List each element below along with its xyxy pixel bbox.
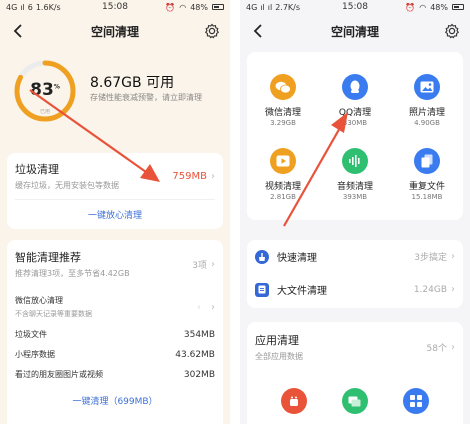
item-label: 照片清理 <box>408 108 445 118</box>
junk-clean-card: 垃圾清理 缓存垃圾，无用安装包等数据 759MB › 一键放心清理 <box>7 153 223 229</box>
chevron-right-icon: › <box>451 284 455 295</box>
wechat-safe-clean-row[interactable]: 微信放心清理 不含聊天记录等重要数据 ‹ › <box>7 279 223 319</box>
item-label: 音频清理 <box>336 182 373 192</box>
chevron-right-icon[interactable]: › <box>211 302 215 313</box>
audio-icon <box>342 148 368 174</box>
item-size: 330MB <box>342 119 368 127</box>
junk-clean-title: 垃圾清理 <box>15 163 59 176</box>
quick-clean-label: 快速清理 <box>277 253 317 264</box>
battery-icon <box>452 4 464 10</box>
app-icons-row <box>247 388 463 414</box>
status-bar: 4G ıl ıl 2.7K/s 15:08 ⏰ ◠ 48% <box>240 0 470 14</box>
large-file-clean-row[interactable]: 大文件清理 1.24GB › <box>247 273 463 306</box>
app-clean-card: 应用清理 全部应用数据 58个 › <box>247 322 463 424</box>
junk-size: 759MB <box>172 170 207 182</box>
item-label: 微信清理 <box>264 108 301 118</box>
smart-clean-desc: 推荐清理3项，至多节省4.42GB <box>15 269 130 278</box>
app-clean-desc: 全部应用数据 <box>255 352 303 361</box>
chevron-right-icon: › <box>211 170 215 182</box>
photo-clean-item[interactable]: 照片清理 4.90GB <box>391 74 463 127</box>
smart-clean-rows: 垃圾文件 354MB 小程序数据 43.62MB 看过的朋友圈图片或视频 302… <box>7 329 223 380</box>
list-item-label: 看过的朋友圈图片或视频 <box>15 370 103 379</box>
gear-icon[interactable] <box>442 21 462 41</box>
battery-icon <box>212 4 224 10</box>
duplicate-file-item[interactable]: 重复文件 15.18MB <box>391 148 463 201</box>
wechat-safe-clean-title: 微信放心清理 <box>15 296 63 305</box>
list-item: 小程序数据 43.62MB <box>15 349 215 360</box>
item-size: 4.90GB <box>414 119 440 127</box>
wechat-safe-clean-desc: 不含聊天记录等重要数据 <box>15 310 92 318</box>
broom-icon <box>255 249 269 264</box>
smart-clean-title: 智能清理推荐 <box>15 251 81 264</box>
one-tap-clean-button[interactable]: 一键放心清理 <box>7 208 223 221</box>
duplicate-file-icon <box>414 148 440 174</box>
list-item-label: 垃圾文件 <box>15 330 47 339</box>
status-bar: 4G ıl 6 1.6K/s 15:08 ⏰ ◠ 48% <box>0 0 230 14</box>
chevron-right-icon: › <box>451 341 455 353</box>
page-title: 空间清理 <box>330 24 379 39</box>
large-file-clean-label: 大文件清理 <box>277 286 327 297</box>
quick-clean-value: 3步搞定 <box>414 253 447 263</box>
audio-clean-item[interactable]: 音频清理 393MB <box>319 148 391 201</box>
storage-percent: 83% <box>30 80 60 100</box>
app-icon[interactable] <box>403 388 430 414</box>
nav-bar: 空间清理 <box>0 14 230 48</box>
item-label: 视频清理 <box>264 182 301 192</box>
back-arrow-icon[interactable] <box>248 21 268 41</box>
item-size: 15.18MB <box>411 193 443 201</box>
quick-actions-card: 快速清理 3步搞定 › 大文件清理 1.24GB › <box>247 240 463 308</box>
smart-clean-button[interactable]: 一键清理（699MB） <box>7 394 223 407</box>
item-size: 2.81GB <box>270 193 296 201</box>
item-label: 重复文件 <box>408 182 445 192</box>
junk-clean-desc: 缓存垃圾，无用安装包等数据 <box>15 181 119 190</box>
wechat-icon <box>270 74 296 100</box>
photo-icon <box>414 74 440 100</box>
quick-clean-row[interactable]: 快速清理 3步搞定 › <box>247 240 463 273</box>
available-space: 8.67GB 可用 <box>90 75 175 91</box>
list-item-label: 小程序数据 <box>15 350 55 359</box>
nav-bar: 空间清理 <box>240 14 470 48</box>
gear-icon[interactable] <box>202 21 222 41</box>
file-icon <box>255 282 269 297</box>
list-item-value: 302MB <box>183 369 215 380</box>
app-clean-header[interactable]: 应用清理 全部应用数据 58个 › <box>247 322 463 362</box>
back-arrow-icon[interactable] <box>8 21 28 41</box>
list-item: 看过的朋友圈图片或视频 302MB <box>15 369 215 380</box>
app-clean-title: 应用清理 <box>255 334 299 347</box>
item-size: 3.29GB <box>270 119 296 127</box>
list-item-value: 43.62MB <box>175 349 215 360</box>
video-icon <box>270 148 296 174</box>
page-title: 空间清理 <box>90 24 139 39</box>
wechat-clean-item[interactable]: 微信清理 3.29GB <box>247 74 319 127</box>
app-icon[interactable] <box>280 388 307 414</box>
right-phone-screen: 4G ıl ıl 2.7K/s 15:08 ⏰ ◠ 48% 空间清理 微信清理 … <box>240 0 470 424</box>
chevron-left-icon[interactable]: ‹ <box>197 302 201 313</box>
list-item-value: 354MB <box>183 329 215 340</box>
left-phone-screen: 4G ıl 6 1.6K/s 15:08 ⏰ ◠ 48% 空间清理 83% 已用… <box>0 0 230 424</box>
large-file-clean-value: 1.24GB <box>413 284 447 295</box>
divider <box>15 199 215 200</box>
video-clean-item[interactable]: 视频清理 2.81GB <box>247 148 319 201</box>
item-label: QQ清理 <box>338 108 372 118</box>
qq-icon <box>342 74 368 100</box>
smart-clean-count: 3项 <box>192 260 207 271</box>
storage-warning: 存储性能衰减预警，请立即清理 <box>90 93 202 102</box>
clock: 15:08 <box>102 2 128 12</box>
clean-category-grid: 微信清理 3.29GB QQ清理 330MB 照片清理 4.90GB 视频清理 … <box>247 52 463 220</box>
chevron-right-icon: › <box>451 251 455 262</box>
app-icon[interactable] <box>341 388 368 414</box>
smart-clean-card: 智能清理推荐 推荐清理3项，至多节省4.42GB 3项 › 微信放心清理 不含聊… <box>7 240 223 424</box>
storage-summary: 83% 已用 8.67GB 可用 存储性能衰减预警，请立即清理 <box>0 48 230 143</box>
smart-clean-header[interactable]: 智能清理推荐 推荐清理3项，至多节省4.42GB 3项 › <box>7 240 223 279</box>
junk-clean-row[interactable]: 垃圾清理 缓存垃圾，无用安装包等数据 759MB › <box>7 153 223 191</box>
app-count: 58个 <box>426 343 447 354</box>
clock: 15:08 <box>342 2 368 12</box>
list-item: 垃圾文件 354MB <box>15 329 215 340</box>
qq-clean-item[interactable]: QQ清理 330MB <box>319 74 391 127</box>
storage-used-label: 已用 <box>39 109 50 115</box>
chevron-right-icon: › <box>211 258 215 270</box>
item-size: 393MB <box>342 193 368 201</box>
